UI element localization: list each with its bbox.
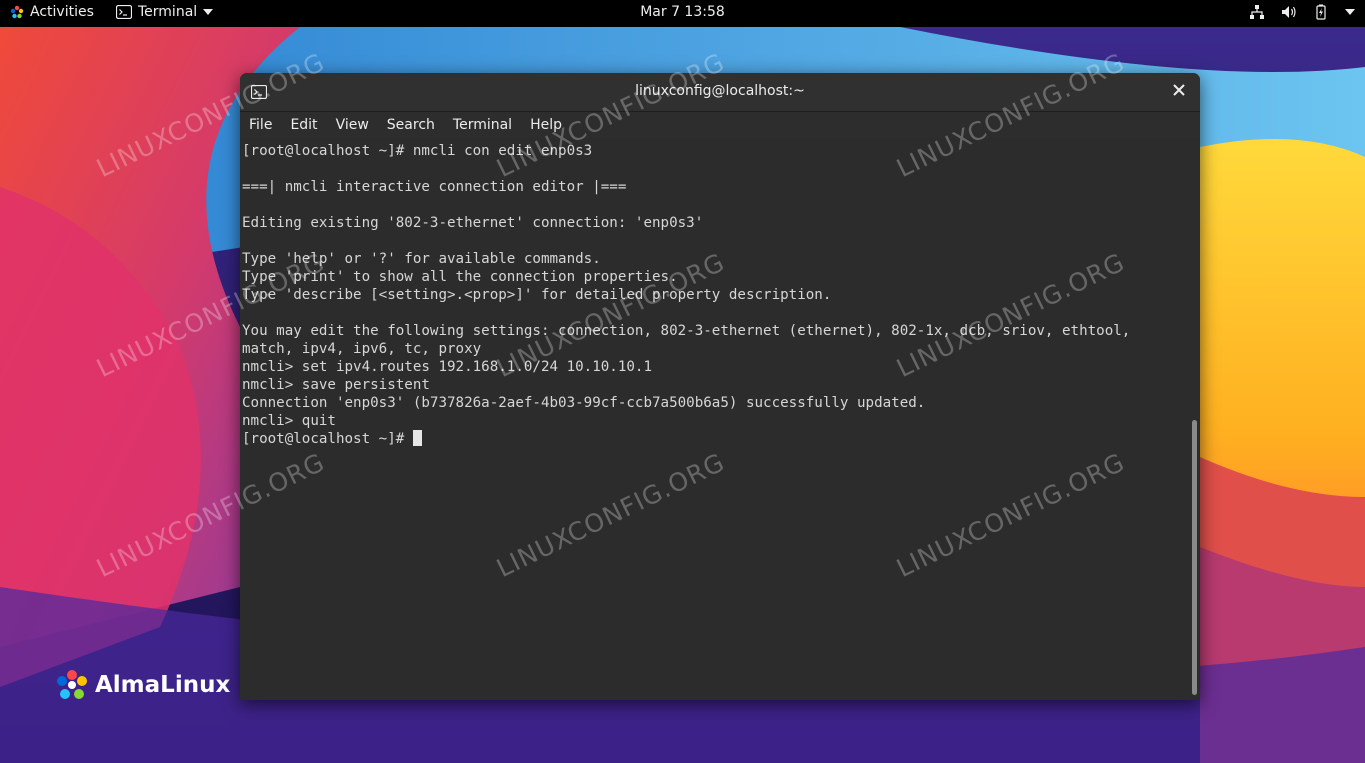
- network-icon[interactable]: [1249, 4, 1265, 20]
- terminal-prompt: [root@localhost ~]#: [242, 431, 413, 447]
- menu-bar: File Edit View Search Terminal Help: [240, 112, 1200, 138]
- terminal-line: Connection 'enp0s3' (b737826a-2aef-4b03-…: [242, 395, 926, 411]
- clock-button[interactable]: Mar 7 13:58: [640, 4, 725, 20]
- terminal-line: You may edit the following settings: con…: [242, 323, 1131, 339]
- window-titlebar[interactable]: linuxconfig@localhost:~: [240, 73, 1200, 112]
- menu-view[interactable]: View: [327, 112, 378, 138]
- battery-icon[interactable]: [1313, 4, 1329, 20]
- terminal-line: match, ipv4, ipv6, tc, proxy: [242, 341, 482, 357]
- volume-icon[interactable]: [1281, 4, 1297, 20]
- activities-button[interactable]: Activities: [10, 4, 94, 20]
- app-menu-button[interactable]: Terminal: [116, 4, 214, 20]
- terminal-line: Type 'help' or '?' for available command…: [242, 251, 601, 267]
- almalinux-flower-icon: [57, 670, 87, 699]
- terminal-line: nmcli> set ipv4.routes 192.168.1.0/24 10…: [242, 359, 652, 375]
- terminal-line: Type 'print' to show all the connection …: [242, 269, 678, 285]
- terminal-window: linuxconfig@localhost:~ File Edit View S…: [240, 73, 1200, 700]
- power-menu-icon[interactable]: [1345, 9, 1355, 15]
- almalinux-menu-icon: [10, 5, 24, 19]
- app-menu-label: Terminal: [138, 4, 198, 20]
- terminal-line: nmcli> quit: [242, 413, 336, 429]
- menu-edit[interactable]: Edit: [281, 112, 326, 138]
- activities-label: Activities: [30, 4, 94, 20]
- menu-terminal[interactable]: Terminal: [444, 112, 521, 138]
- menu-file[interactable]: File: [240, 112, 281, 138]
- close-icon: [1173, 84, 1185, 96]
- logo-text: AlmaLinux: [95, 672, 231, 698]
- top-bar: Activities Terminal Mar 7 13:58: [0, 0, 1365, 27]
- terminal-output[interactable]: [root@localhost ~]# nmcli con edit enp0s…: [240, 138, 1188, 700]
- terminal-line: Editing existing '802-3-ethernet' connec…: [242, 215, 704, 231]
- terminal-prompt-line[interactable]: [root@localhost ~]#: [242, 430, 1188, 448]
- system-tray[interactable]: [1249, 4, 1355, 20]
- terminal-app-icon: [116, 5, 132, 19]
- text-cursor: [412, 430, 422, 446]
- close-button[interactable]: [1170, 81, 1188, 99]
- window-title: linuxconfig@localhost:~: [635, 83, 805, 99]
- terminal-line: [root@localhost ~]# nmcli con edit enp0s…: [242, 143, 593, 159]
- chevron-down-icon: [203, 9, 214, 15]
- terminal-line: nmcli> save persistent: [242, 377, 430, 393]
- almalinux-logo: AlmaLinux: [55, 668, 230, 702]
- scrollbar-thumb[interactable]: [1192, 420, 1197, 695]
- terminal-line: ===| nmcli interactive connection editor…: [242, 179, 627, 195]
- menu-help[interactable]: Help: [521, 112, 571, 138]
- menu-search[interactable]: Search: [378, 112, 444, 138]
- terminal-line: Type 'describe [<setting>.<prop>]' for d…: [242, 287, 832, 303]
